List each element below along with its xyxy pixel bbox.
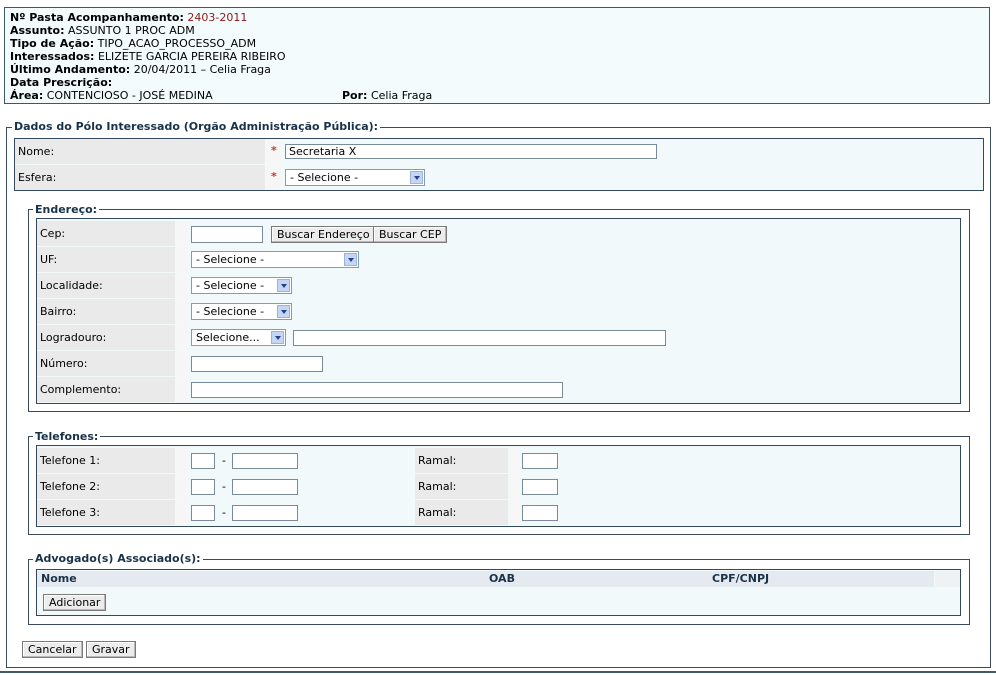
logradouro-type-select[interactable]: Selecione... [191,329,286,346]
header-pasta: Nº Pasta Acompanhamento: 2403-2011 [10,11,248,24]
pasta-number: 2403-2011 [187,11,248,24]
process-header: Nº Pasta Acompanhamento: 2403-2011 Assun… [4,7,990,104]
esfera-label: Esfera: [15,165,265,190]
telefone-number-input[interactable] [232,505,298,521]
column-header-nome: Nome [41,572,77,585]
telefone-number-input[interactable] [232,453,298,469]
advogados-table-header [37,571,934,587]
endereco-legend: Endereço: [33,203,100,216]
logradouro-input[interactable] [293,330,666,346]
chevron-down-icon [344,253,357,266]
esfera-select[interactable]: - Selecione - [285,169,425,186]
save-button[interactable]: Gravar [86,641,136,658]
telefone-ddd-input[interactable] [191,453,215,469]
chevron-down-icon [277,279,290,292]
complemento-input[interactable] [191,382,563,398]
bairro-select[interactable]: - Selecione - [191,303,292,320]
advogados-panel: Nome OAB CPF/CNPJ Adicionar [36,569,961,616]
telefones-legend: Telefones: [33,430,101,443]
buscar-endereco-button[interactable]: Buscar Endereço [271,226,376,243]
localidade-select[interactable]: - Selecione - [191,277,292,294]
required-mark: * [271,144,277,157]
esfera-row: Esfera: * - Selecione - [15,165,983,191]
advogados-legend: Advogado(s) Associado(s): [33,552,203,565]
telefones-panel: Telefone 1: - Ramal: Telefone 2: - Ramal… [36,445,961,527]
uf-select[interactable]: - Selecione - [191,251,359,268]
polo-form-panel: Nome: * Esfera: * - Selecione - [14,138,984,191]
nome-row: Nome: * [15,139,983,165]
header-ultimo-andamento: Último Andamento: 20/04/2011 – Celia Fra… [10,63,271,76]
endereco-panel: Cep: Buscar Endereço Buscar CEP UF: - Se… [36,218,961,404]
header-por: Por: Celia Fraga [342,89,433,102]
adicionar-advogado-button[interactable]: Adicionar [43,594,107,611]
column-header-oab: OAB [489,572,515,585]
header-area: Área: CONTENCIOSO - JOSÉ MEDINA Por: Cel… [10,89,433,102]
polo-legend: Dados do Pólo Interessado (Orgão Adminis… [12,120,381,133]
telefone-number-input[interactable] [232,479,298,495]
ramal-input[interactable] [522,479,558,495]
nome-label: Nome: [15,139,265,164]
cancel-button[interactable]: Cancelar [22,641,83,658]
chevron-down-icon [271,331,284,344]
header-prescricao: Data Prescrição: [10,76,113,89]
ramal-input[interactable] [522,453,558,469]
buscar-cep-button[interactable]: Buscar CEP [373,226,448,243]
telefone-ddd-input[interactable] [191,505,215,521]
header-tipo: Tipo de Ação: TIPO_ACAO_PROCESSO_ADM [10,37,257,50]
chevron-down-icon [410,171,423,184]
ramal-input[interactable] [522,505,558,521]
bottom-divider [0,671,996,673]
required-mark: * [271,170,277,183]
header-assunto: Assunto: ASSUNTO 1 PROC ADM [10,24,195,37]
cep-input[interactable] [191,226,263,243]
column-header-cpf-cnpj: CPF/CNPJ [712,572,770,585]
header-interessados: Interessados: ELIZETE GARCIA PEREIRA RIB… [10,50,286,63]
telefone-ddd-input[interactable] [191,479,215,495]
numero-input[interactable] [191,356,323,372]
chevron-down-icon [277,305,290,318]
nome-input[interactable] [285,144,657,159]
